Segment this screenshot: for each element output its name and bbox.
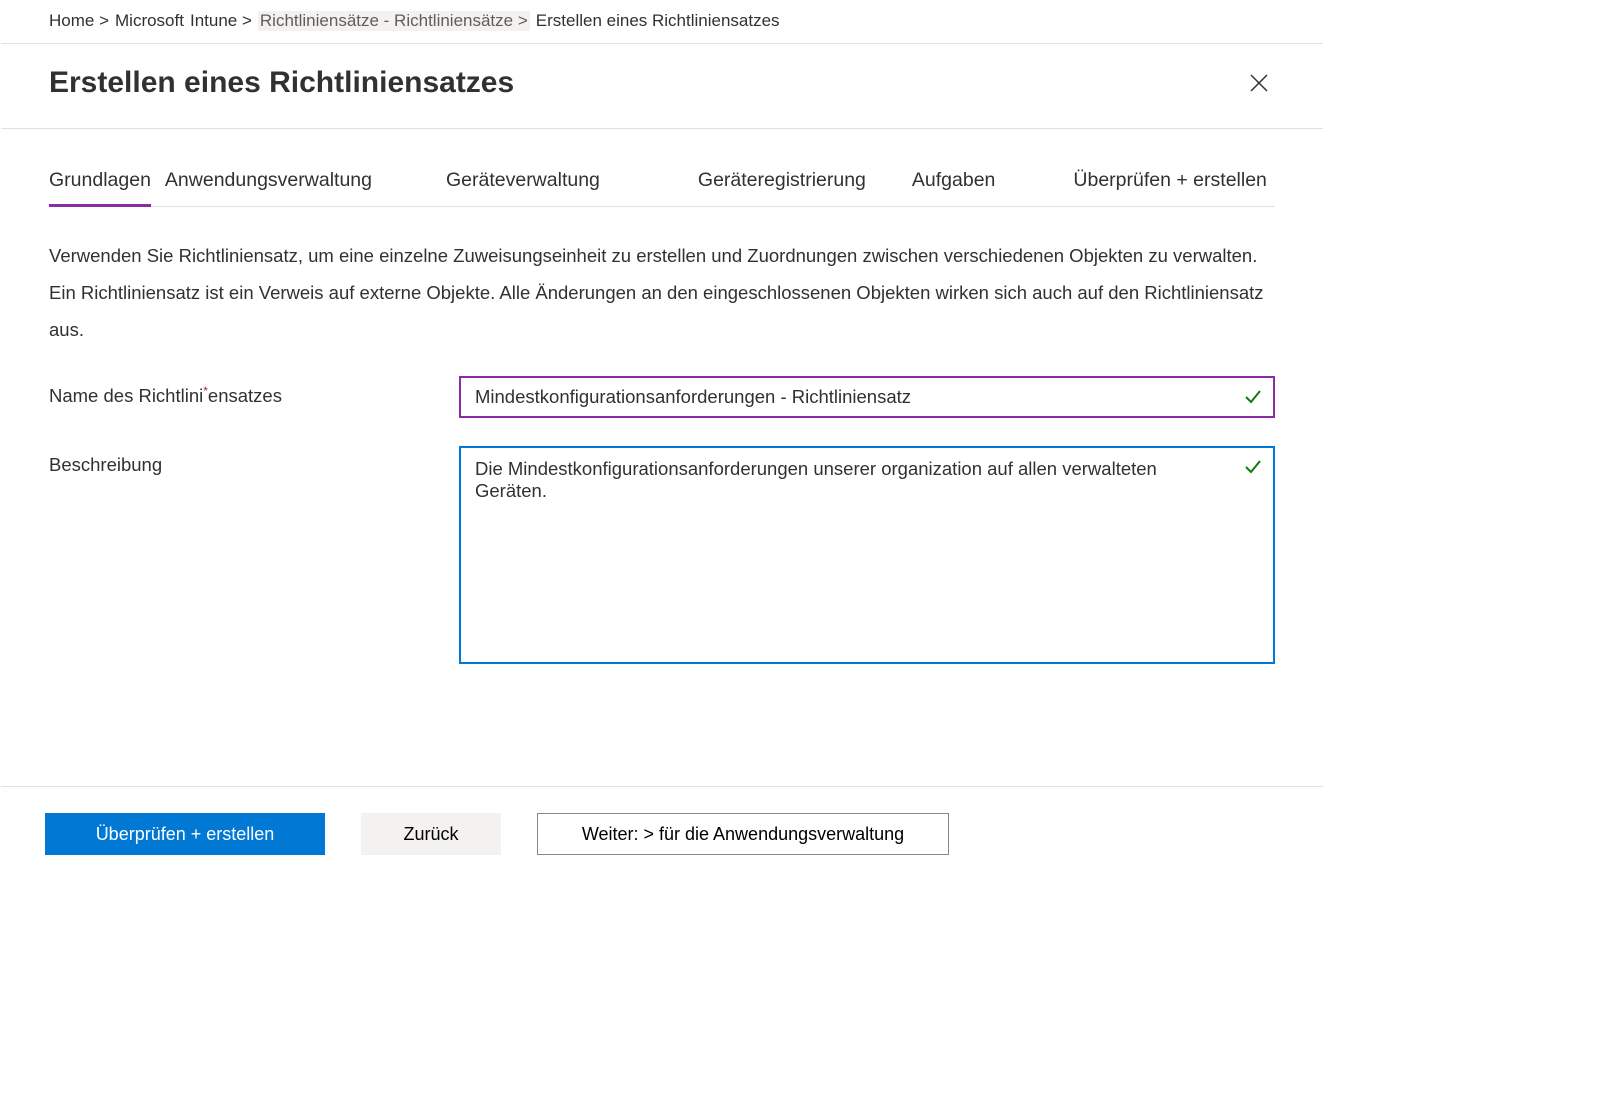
description-label: Beschreibung: [49, 446, 459, 476]
breadcrumb-policysets[interactable]: Richtliniensätze - Richtliniensätze >: [258, 11, 530, 31]
wizard-footer: Überprüfen + erstellen Zurück Weiter: > …: [1, 786, 1323, 881]
name-label: Name des Richtlini*ensatzes: [49, 376, 459, 407]
page-header: Erstellen eines Richtliniensatzes: [1, 44, 1323, 129]
next-button[interactable]: Weiter: > für die Anwendungsverwaltung: [537, 813, 949, 855]
page-title: Erstellen eines Richtliniensatzes: [49, 66, 514, 100]
tab-basics[interactable]: Grundlagen: [49, 169, 151, 206]
intro-description: Verwenden Sie Richtliniensatz, um eine e…: [49, 237, 1275, 348]
breadcrumb: Home > Microsoft Intune > Richtliniensät…: [1, 1, 1323, 44]
breadcrumb-current: Erstellen eines Richtliniensatzes: [536, 11, 780, 31]
breadcrumb-home[interactable]: Home >: [49, 11, 109, 31]
tab-assignments[interactable]: Aufgaben: [912, 169, 996, 206]
breadcrumb-intune[interactable]: Intune >: [190, 11, 252, 31]
tab-review-create[interactable]: Überprüfen + erstellen: [1073, 169, 1267, 206]
tab-app-management[interactable]: Anwendungsverwaltung: [165, 169, 372, 206]
close-button[interactable]: [1243, 67, 1275, 99]
tab-device-management[interactable]: Geräteverwaltung: [446, 169, 600, 206]
policyset-name-input[interactable]: [459, 376, 1275, 418]
policyset-description-input[interactable]: Die Mindestkonfigurationsanforderungen u…: [459, 446, 1275, 664]
checkmark-icon: [1243, 387, 1263, 407]
basics-form: Name des Richtlini*ensatzes Beschreibung…: [49, 376, 1275, 697]
checkmark-icon: [1243, 457, 1263, 477]
required-indicator: *: [203, 384, 208, 398]
back-button[interactable]: Zurück: [361, 813, 501, 855]
review-create-button[interactable]: Überprüfen + erstellen: [45, 813, 325, 855]
close-icon: [1249, 73, 1269, 93]
breadcrumb-microsoft[interactable]: Microsoft: [115, 11, 184, 31]
wizard-tabs: Grundlagen Anwendungsverwaltung Geräteve…: [49, 169, 1275, 207]
tab-device-enrollment[interactable]: Geräteregistrierung: [698, 169, 866, 206]
